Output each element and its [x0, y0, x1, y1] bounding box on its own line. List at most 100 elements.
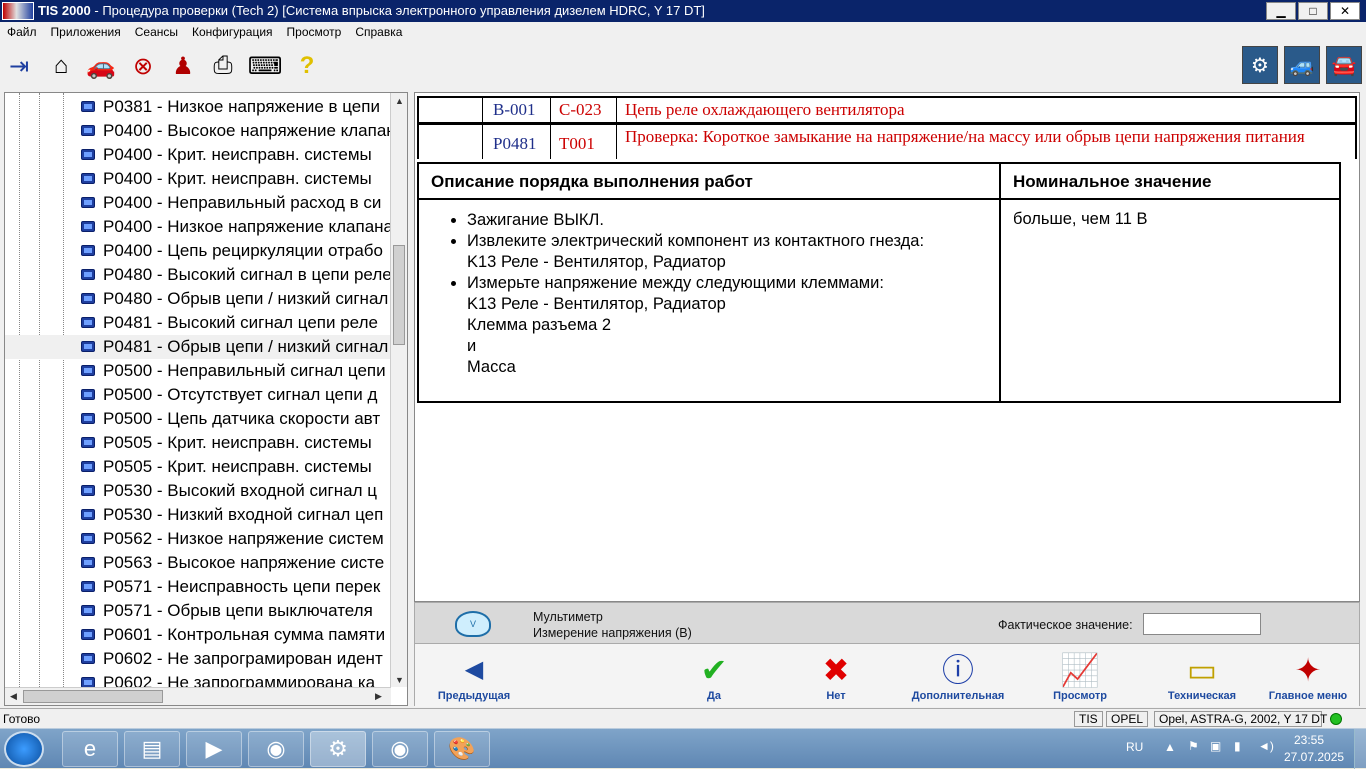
no-button[interactable]: ✖ Нет — [781, 650, 891, 708]
tree-scroll-thumb[interactable] — [393, 245, 405, 345]
start-button[interactable] — [4, 731, 44, 767]
file-explorer-icon[interactable]: ▤ — [124, 731, 180, 767]
desc-cell[interactable]: Проверка: Короткое замыкание на напряжен… — [617, 125, 1355, 159]
tree-item[interactable]: P0563 - Высокое напряжение систе — [5, 551, 391, 575]
application-window: TIS 2000 - Процедура проверки (Tech 2) [… — [0, 0, 1366, 728]
maximize-button[interactable]: □ — [1298, 2, 1328, 20]
person-icon[interactable]: ♟ — [166, 50, 200, 82]
print-icon[interactable]: ⎙ — [206, 50, 240, 82]
vehicle-service-icon[interactable]: 🚘 — [1326, 46, 1362, 84]
tree-item[interactable]: P0562 - Низкое напряжение систем — [5, 527, 391, 551]
no-label: Нет — [826, 690, 846, 702]
tis2000-taskbar-icon[interactable]: ⚙ — [310, 731, 366, 767]
ref-cell[interactable]: T001 — [551, 125, 617, 159]
window-title: TIS 2000 - Процедура проверки (Tech 2) [… — [38, 0, 705, 22]
tree-item[interactable]: P0480 - Обрыв цепи / низкий сигнал — [5, 287, 391, 311]
instrument-name: Мультиметр — [533, 610, 603, 624]
close-button[interactable]: ✕ — [1330, 2, 1360, 20]
desc-cell[interactable]: Цепь реле охлаждающего вентилятора — [617, 98, 1355, 122]
clock-date[interactable]: 27.07.2025 — [1284, 750, 1344, 764]
tree-item[interactable]: P0505 - Крит. неисправн. системы — [5, 431, 391, 455]
tree-item[interactable]: P0602 - Не запрограммирована ка — [5, 671, 391, 687]
menu-view[interactable]: Просмотр — [280, 22, 349, 42]
scroll-up-icon[interactable]: ▲ — [395, 96, 404, 106]
tree-item[interactable]: P0500 - Неправильный сигнал цепи — [5, 359, 391, 383]
tree-item[interactable]: P0571 - Неисправность цепи перек — [5, 575, 391, 599]
folder-icon — [81, 293, 95, 304]
flag-icon[interactable]: ⚑ — [1188, 739, 1199, 753]
actual-value-field[interactable] — [1143, 613, 1261, 635]
tree-item[interactable]: P0500 - Отсутствует сигнал цепи д — [5, 383, 391, 407]
additional-info-button[interactable]: ⓘ Дополнительная — [903, 650, 1013, 708]
lock-icon[interactable]: ▣ — [1210, 739, 1221, 753]
language-indicator[interactable]: RU — [1126, 740, 1143, 754]
chrome-icon[interactable]: ◉ — [372, 731, 428, 767]
tree-item[interactable]: P0400 - Неправильный расход в си — [5, 191, 391, 215]
title-bar[interactable]: TIS 2000 - Процедура проверки (Tech 2) [… — [0, 0, 1366, 22]
yes-button[interactable]: ✔ Да — [659, 650, 769, 708]
paint-icon[interactable]: 🎨 — [434, 731, 490, 767]
menu-sessions[interactable]: Сеансы — [128, 22, 185, 42]
main-menu-button[interactable]: ✦ Главное меню — [1253, 650, 1363, 708]
network-icon[interactable]: ▮ — [1234, 739, 1241, 753]
tree-item[interactable]: P0480 - Высокий сигнал в цепи реле — [5, 263, 391, 287]
tree-item[interactable]: P0601 - Контрольная сумма памяти — [5, 623, 391, 647]
tree-horizontal-scrollbar[interactable]: ◀ ▶ — [5, 687, 391, 705]
vehicle-icon[interactable]: 🚗 — [84, 50, 118, 82]
step-line: и — [467, 337, 477, 355]
scroll-left-icon[interactable]: ◀ — [10, 691, 17, 702]
menu-help[interactable]: Справка — [348, 22, 409, 42]
tree-item[interactable]: P0530 - Высокий входной сигнал ц — [5, 479, 391, 503]
scroll-right-icon[interactable]: ▶ — [375, 691, 382, 702]
step-line: Масса — [467, 358, 516, 376]
chrome-icon[interactable]: ◉ — [248, 731, 304, 767]
folder-icon — [81, 365, 95, 376]
folder-icon — [81, 221, 95, 232]
minimize-button[interactable]: ▁ — [1266, 2, 1296, 20]
tree-item[interactable]: P0571 - Обрыв цепи выключателя — [5, 599, 391, 623]
tree-item[interactable]: P0481 - Высокий сигнал цепи реле — [5, 311, 391, 335]
previous-button[interactable]: ◀ Предыдущая — [419, 650, 529, 708]
tree-item[interactable]: P0500 - Цепь датчика скорости авт — [5, 407, 391, 431]
stop-icon[interactable]: ⊗ — [126, 50, 160, 82]
status-brand: OPEL — [1106, 711, 1149, 727]
technical-info-button[interactable]: ▭ Техническая — [1147, 650, 1257, 708]
tree-item[interactable]: P0400 - Высокое напряжение клапана — [5, 119, 391, 143]
exit-icon[interactable]: ⇥ — [2, 50, 36, 82]
tree-item[interactable]: P0400 - Цепь рециркуляции отрабо — [5, 239, 391, 263]
tree-item[interactable]: P0481 - Обрыв цепи / низкий сигнал — [5, 335, 391, 359]
internet-explorer-icon[interactable]: e — [62, 731, 118, 767]
view-button[interactable]: 📈 Просмотр — [1025, 650, 1135, 708]
keyboard-icon[interactable]: ⌨ — [248, 50, 283, 82]
ref-cell[interactable]: C-023 — [551, 98, 617, 122]
volume-icon[interactable]: ◄) — [1258, 739, 1274, 753]
show-desktop-button[interactable] — [1354, 729, 1366, 769]
tree-item[interactable]: P0505 - Крит. неисправн. системы — [5, 455, 391, 479]
media-player-icon[interactable]: ▶ — [186, 731, 242, 767]
folder-icon — [81, 389, 95, 400]
vehicle-data-icon[interactable]: 🚙 — [1284, 46, 1320, 84]
tree-item[interactable]: P0400 - Крит. неисправн. системы — [5, 167, 391, 191]
tree-vertical-scrollbar[interactable]: ▲ ▼ — [390, 93, 407, 687]
tree-item[interactable]: P0400 - Низкое напряжение клапана — [5, 215, 391, 239]
folder-icon — [81, 269, 95, 280]
menu-configuration[interactable]: Конфигурация — [185, 22, 280, 42]
tree-item[interactable]: P0381 - Низкое напряжение в цепи — [5, 95, 391, 119]
diagnostics-icon[interactable]: ⚙ — [1242, 46, 1278, 84]
folder-icon — [81, 413, 95, 424]
nominal-value: больше, чем 11 В — [1013, 210, 1148, 228]
tree-hscroll-thumb[interactable] — [23, 690, 163, 703]
app-name: TIS 2000 — [38, 3, 91, 18]
menu-applications[interactable]: Приложения — [44, 22, 128, 42]
menu-file[interactable]: Файл — [0, 22, 44, 42]
tree-item-label: P0505 - Крит. неисправн. системы — [103, 433, 372, 452]
previous-label: Предыдущая — [437, 690, 511, 702]
help-icon[interactable]: ? — [290, 50, 324, 82]
clock-time[interactable]: 23:55 — [1294, 733, 1324, 747]
home-icon[interactable]: ⌂ — [44, 50, 78, 82]
tray-expand-icon[interactable]: ▲ — [1164, 740, 1176, 754]
tree-item[interactable]: P0400 - Крит. неисправн. системы — [5, 143, 391, 167]
tree-item[interactable]: P0530 - Низкий входной сигнал цеп — [5, 503, 391, 527]
tree-item[interactable]: P0602 - Не запрограмирован идент — [5, 647, 391, 671]
scroll-down-icon[interactable]: ▼ — [395, 675, 404, 685]
